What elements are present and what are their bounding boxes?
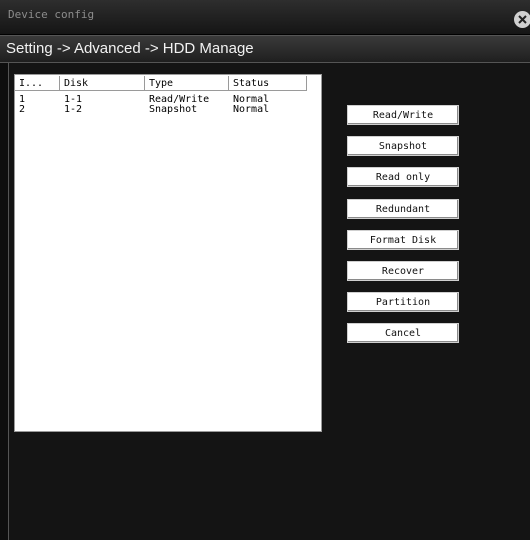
close-icon [518,15,527,24]
list-header: I... Disk Type Status [15,75,321,93]
partition-button[interactable]: Partition [347,292,459,312]
column-header-disk[interactable]: Disk [60,76,145,91]
column-header-index[interactable]: I... [15,76,60,91]
snapshot-button[interactable]: Snapshot [347,136,459,156]
read-write-button[interactable]: Read/Write [347,105,459,125]
read-only-button[interactable]: Read only [347,167,459,187]
table-row[interactable]: 2 1-2 Snapshot Normal [15,105,321,115]
recover-button[interactable]: Recover [347,261,459,281]
window-title: Device config [8,8,95,21]
close-button[interactable] [514,11,530,28]
column-header-type[interactable]: Type [145,76,229,91]
column-header-status[interactable]: Status [229,76,307,91]
cancel-button[interactable]: Cancel [347,323,459,343]
cell-index: 2 [19,104,26,115]
format-disk-button[interactable]: Format Disk [347,230,459,250]
cell-type: Snapshot [149,104,198,115]
breadcrumb: Setting -> Advanced -> HDD Manage [0,35,530,63]
redundant-button[interactable]: Redundant [347,199,459,219]
breadcrumb-text: Setting -> Advanced -> HDD Manage [6,40,254,57]
cell-disk: 1-2 [64,104,83,115]
window-titlebar: Device config [0,0,530,35]
cell-status: Normal [233,104,270,115]
disk-list[interactable]: I... Disk Type Status 1 1-1 Read/Write N… [14,74,322,432]
